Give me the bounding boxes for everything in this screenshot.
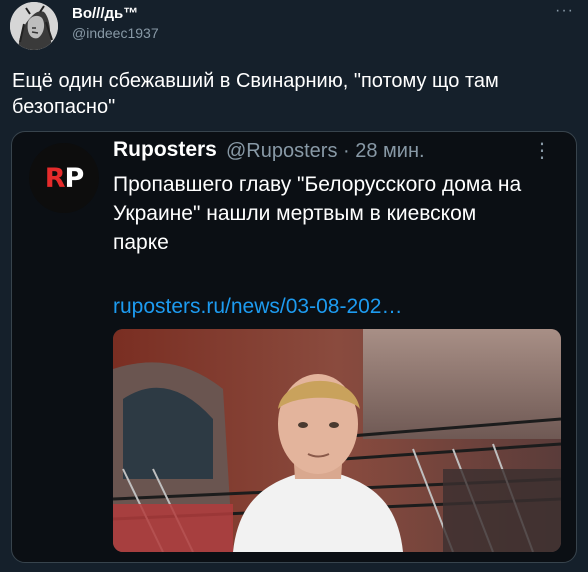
- avatar-image: [10, 2, 58, 50]
- ellipsis-icon[interactable]: ···: [555, 2, 574, 20]
- news-photo[interactable]: [113, 329, 561, 552]
- quote-author-name[interactable]: Ruposters: [113, 138, 217, 162]
- author-name[interactable]: Во///дь™: [72, 5, 138, 22]
- quote-text: Пропавшего главу "Белорусского дома на У…: [113, 173, 522, 254]
- photo-image: [113, 329, 561, 552]
- vertical-ellipsis-icon[interactable]: ⋮: [532, 138, 552, 163]
- author-avatar[interactable]: [10, 2, 58, 50]
- logo-letter-p: P: [64, 162, 85, 194]
- tweet-text: Ещё один сбежавший в Свинарнию, "потому …: [12, 70, 499, 118]
- quote-link[interactable]: ruposters.ru/news/03-08-202…: [113, 295, 402, 319]
- tweet: Во///дь™ @indeec1937 ··· Ещё один сбежав…: [0, 0, 588, 572]
- logo-text: RP: [44, 162, 85, 194]
- logo-letter-r: R: [44, 162, 66, 194]
- quoted-tweet-card[interactable]: RP Ruposters @Ruposters · 28 мин. ⋮ Проп…: [11, 131, 577, 563]
- ruposters-logo[interactable]: RP: [29, 143, 99, 213]
- quote-handle-time[interactable]: @Ruposters · 28 мин.: [226, 140, 425, 163]
- author-handle[interactable]: @indeec1937: [72, 25, 159, 41]
